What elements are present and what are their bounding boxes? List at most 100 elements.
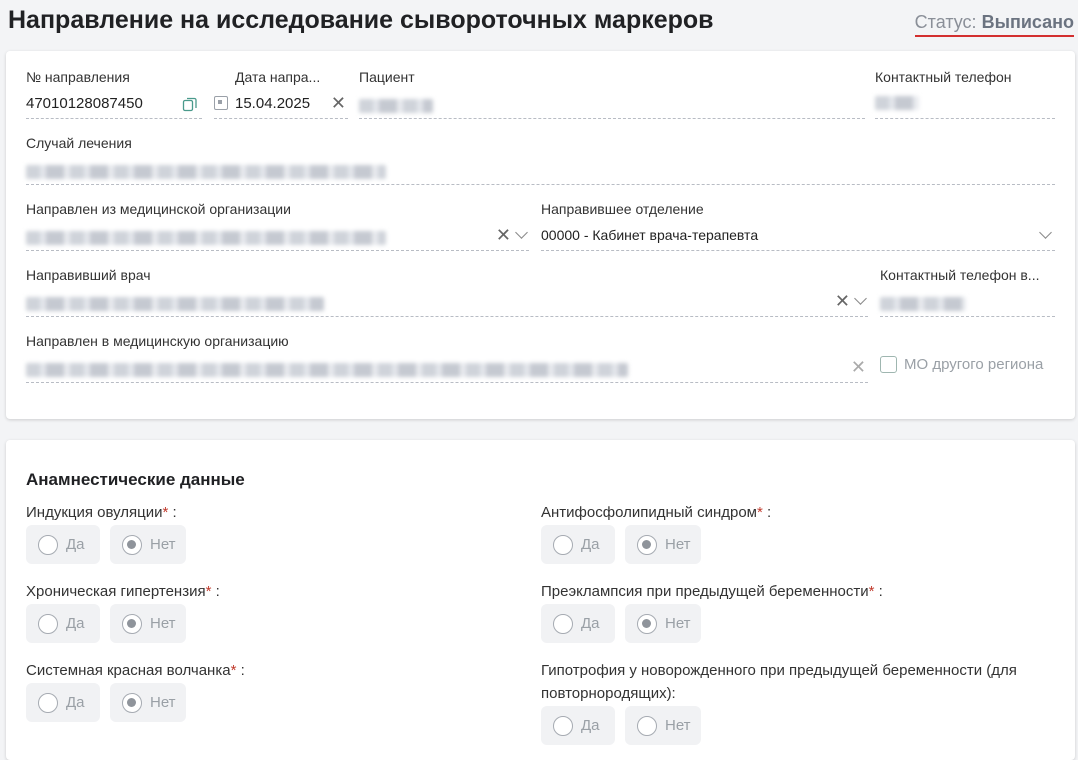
patient-label: Пациент [359,69,415,85]
referral-card: № направления 47010128087450 Дата напра.… [6,51,1075,419]
radio-option-no[interactable]: Нет [625,706,701,745]
referral-number-label: № направления [26,69,130,85]
patient-input[interactable] [359,91,865,119]
radio-label-yes: Да [581,615,600,632]
chevron-down-icon[interactable] [515,226,528,239]
clear-from-org-icon[interactable]: ✕ [496,226,511,244]
section-title: Анамнестические данные [26,470,245,489]
doctor-phone-input[interactable] [880,289,1055,317]
question-label: Гипотрофия у новорожденного при предыдущ… [541,662,1017,702]
doctor-label: Направивший врач [26,267,151,283]
radio-label-no: Нет [150,536,176,553]
question-label: Хроническая гипертензия* : [26,583,220,600]
calendar-icon[interactable] [214,96,228,110]
question-preeclampsia: Преэклампсия при предыдущей беременности… [541,580,1055,643]
from-org-redacted [26,231,386,245]
department-value: 00000 - Кабинет врача-терапевта [541,227,759,243]
chevron-down-icon[interactable] [1039,226,1052,239]
department-select[interactable]: 00000 - Кабинет врача-терапевта [541,223,1055,251]
question-label: Антифосфолипидный синдром* : [541,504,772,521]
referral-number-value: 47010128087450 [26,95,143,112]
radio-group: Да Нет [26,525,186,564]
radio-label-yes: Да [66,615,85,632]
status-badge: Статус: Выписано [914,12,1074,37]
referral-date-label: Дата напра... [235,69,321,85]
from-org-select[interactable]: ✕ [26,223,529,251]
radio-button-yes[interactable] [38,534,58,555]
clear-doctor-icon[interactable]: ✕ [835,292,850,310]
other-region-checkbox[interactable] [880,356,897,373]
question-hypotrophy: Гипотрофия у новорожденного при предыдущ… [541,659,1055,745]
contact-phone-label: Контактный телефон [875,69,1012,85]
radio-button-no[interactable] [122,613,142,634]
question-chronic-hypertension: Хроническая гипертензия* : Да Нет [26,580,516,643]
radio-button-no[interactable] [122,692,142,713]
question-label: Системная красная волчанка* : [26,662,245,679]
doctor-phone-redacted [880,297,966,311]
question-label: Преэклампсия при предыдущей беременности… [541,583,883,600]
page-header: Направление на исследование сывороточных… [0,0,1078,48]
radio-option-yes[interactable]: Да [541,525,615,564]
radio-button-yes[interactable] [38,692,58,713]
clear-to-org-icon[interactable]: ✕ [851,358,866,376]
radio-button-yes[interactable] [38,613,58,634]
radio-label-no: Нет [150,694,176,711]
radio-option-no[interactable]: Нет [110,683,186,722]
referral-date-value: 15.04.2025 [235,95,311,112]
referral-number-input[interactable]: 47010128087450 [26,91,202,119]
radio-group: Да Нет [26,604,186,643]
radio-option-yes[interactable]: Да [26,525,100,564]
radio-label-no: Нет [665,536,691,553]
status-label: Статус: [914,12,977,32]
radio-button-no[interactable] [637,613,657,634]
department-label: Направившее отделение [541,201,704,217]
radio-group: Да Нет [541,525,701,564]
treatment-case-redacted [26,165,386,179]
status-value: Выписано [981,12,1074,32]
radio-option-yes[interactable]: Да [26,604,100,643]
radio-label-no: Нет [150,615,176,632]
radio-option-no[interactable]: Нет [110,604,186,643]
radio-label-yes: Да [581,536,600,553]
page-title: Направление на исследование сывороточных… [8,6,714,34]
to-org-select[interactable]: ✕ [26,355,868,383]
copy-icon[interactable] [182,96,198,112]
clear-date-icon[interactable]: ✕ [331,94,346,112]
radio-button-yes[interactable] [553,534,573,555]
radio-option-no[interactable]: Нет [625,604,701,643]
question-antiphospholipid: Антифосфолипидный синдром* : Да Нет [541,501,1055,564]
radio-option-no[interactable]: Нет [625,525,701,564]
radio-option-yes[interactable]: Да [541,706,615,745]
to-org-redacted [26,363,628,377]
treatment-case-input[interactable] [26,157,1055,185]
radio-option-yes[interactable]: Да [541,604,615,643]
radio-option-no[interactable]: Нет [110,525,186,564]
contact-phone-redacted [875,96,919,110]
anamnesis-card: Анамнестические данные Индукция овуляции… [6,440,1075,760]
question-label: Индукция овуляции* : [26,504,177,521]
radio-button-yes[interactable] [553,613,573,634]
from-org-label: Направлен из медицинской организации [26,201,291,217]
treatment-case-label: Случай лечения [26,135,132,151]
chevron-down-icon[interactable] [854,292,867,305]
contact-phone-input[interactable] [875,91,1055,119]
radio-group: Да Нет [541,604,701,643]
radio-button-no[interactable] [122,534,142,555]
other-region-label: МО другого региона [904,356,1044,373]
radio-button-no[interactable] [637,715,657,736]
doctor-select[interactable]: ✕ [26,289,868,317]
radio-option-yes[interactable]: Да [26,683,100,722]
radio-label-yes: Да [66,694,85,711]
referral-date-input[interactable]: 15.04.2025 ✕ [214,91,348,119]
doctor-phone-label: Контактный телефон в... [880,267,1040,283]
doctor-redacted [26,297,324,311]
radio-button-no[interactable] [637,534,657,555]
radio-group: Да Нет [26,683,186,722]
to-org-label: Направлен в медицинскую организацию [26,333,289,349]
question-ovulation-induction: Индукция овуляции* : Да Нет [26,501,516,564]
radio-label-no: Нет [665,717,691,734]
radio-label-yes: Да [581,717,600,734]
radio-button-yes[interactable] [553,715,573,736]
radio-group: Да Нет [541,706,701,745]
patient-value-redacted [359,99,433,113]
